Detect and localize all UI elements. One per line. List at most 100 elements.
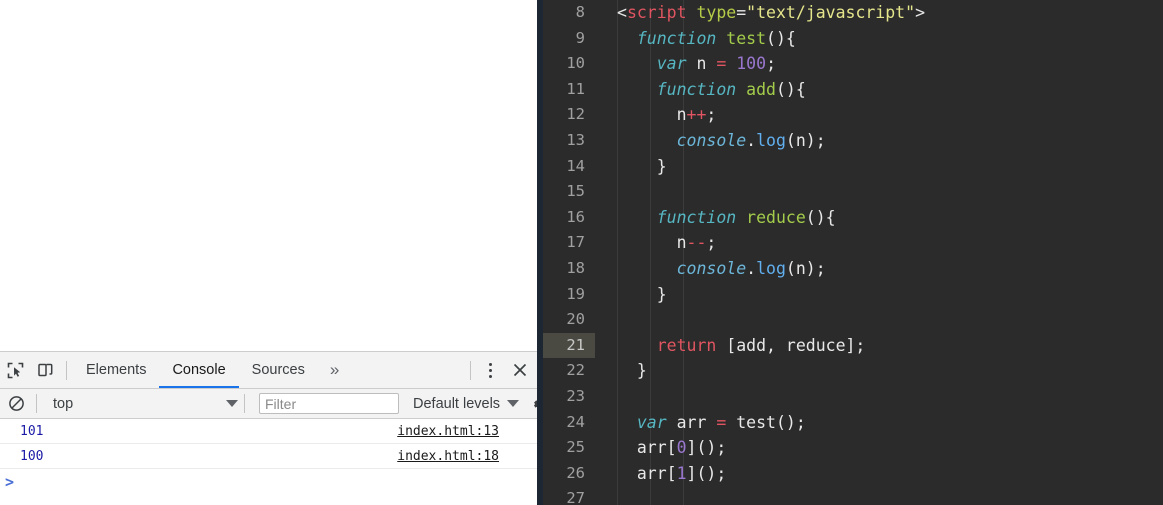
console-filter-input[interactable]: Filter <box>259 393 399 414</box>
code-token: -- <box>686 233 707 253</box>
code-line[interactable]: 18 console.log(n); <box>543 256 1163 282</box>
code-token: > <box>915 3 925 22</box>
console-row[interactable]: 100 index.html:18 <box>0 444 537 469</box>
tab-sources[interactable]: Sources <box>239 352 318 388</box>
close-devtools-icon[interactable] <box>503 355 537 385</box>
code-line[interactable]: 27 <box>543 486 1163 505</box>
code-token: (n); <box>785 258 826 278</box>
code-line[interactable]: 24 var arr = test(); <box>543 410 1163 436</box>
gear-icon[interactable] <box>525 391 537 417</box>
tab-elements[interactable]: Elements <box>73 352 159 388</box>
kebab-dot <box>488 362 492 366</box>
code-line[interactable]: 25 arr[0](); <box>543 435 1163 461</box>
console-filter-bar: top Filter Default levels <box>0 389 537 419</box>
line-number: 22 <box>566 361 585 380</box>
line-number: 8 <box>575 3 585 21</box>
kebab-dot <box>488 374 492 378</box>
code-line[interactable]: 20 <box>543 307 1163 333</box>
tabbar-right-divider <box>470 360 471 380</box>
console-message-value: 100 <box>20 448 44 464</box>
code-line-text: console.log(n); <box>595 128 1163 154</box>
code-line[interactable]: 15 <box>543 179 1163 205</box>
code-line-text: var n = 100; <box>595 51 1163 77</box>
console-message-value: 101 <box>20 423 44 439</box>
line-number: 27 <box>566 489 585 505</box>
line-number: 10 <box>566 54 585 73</box>
code-token: console <box>676 258 747 278</box>
console-source-link[interactable]: index.html:13 <box>397 424 499 439</box>
code-line[interactable]: 9 function test(){ <box>543 26 1163 52</box>
code-token: 1 <box>676 463 687 483</box>
console-source-link[interactable]: index.html:18 <box>397 449 499 464</box>
code-line[interactable]: 21 return [add, reduce]; <box>543 332 1163 359</box>
code-line[interactable]: 11 function add(){ <box>543 77 1163 103</box>
code-token: test <box>726 28 767 48</box>
code-line[interactable]: 16 function reduce(){ <box>543 205 1163 231</box>
code-token: arr <box>666 412 717 432</box>
code-token: n <box>617 105 687 125</box>
code-line[interactable]: 19 } <box>543 282 1163 308</box>
devtools-more-menu-icon[interactable] <box>477 355 503 385</box>
prompt-caret-icon: > <box>5 473 15 491</box>
line-number: 13 <box>566 130 585 149</box>
code-token: var <box>656 54 687 74</box>
code-token: test(); <box>726 412 806 432</box>
log-levels-label: Default levels <box>413 395 501 412</box>
code-line[interactable]: 12 n++; <box>543 102 1163 128</box>
code-line[interactable]: 17 n--; <box>543 230 1163 256</box>
code-token: = <box>716 412 727 432</box>
devtools-tabbar: Elements Console Sources » <box>0 352 537 389</box>
tab-console[interactable]: Console <box>159 352 239 388</box>
code-line-text: } <box>595 282 1163 308</box>
code-token: (){ <box>805 207 836 227</box>
tab-overflow-icon[interactable]: » <box>318 352 351 388</box>
code-line[interactable]: 26 arr[1](); <box>543 461 1163 487</box>
code-token: = <box>716 54 727 74</box>
clear-console-icon[interactable] <box>2 391 30 417</box>
line-number: 18 <box>566 258 585 277</box>
log-levels-select[interactable]: Default levels <box>413 395 520 412</box>
code-line[interactable]: 14 } <box>543 154 1163 180</box>
code-line-text: function reduce(){ <box>595 205 1163 231</box>
code-line-text: arr[1](); <box>595 461 1163 487</box>
inspect-element-icon[interactable] <box>0 355 30 385</box>
console-row[interactable]: 101 index.html:13 <box>0 419 537 444</box>
code-token: (){ <box>766 28 796 48</box>
code-token: ; <box>706 105 717 125</box>
code-token: return <box>656 335 717 355</box>
code-token: ++ <box>686 105 707 125</box>
code-token: < <box>617 3 627 22</box>
device-toolbar-icon[interactable] <box>30 355 60 385</box>
line-number: 16 <box>566 207 585 226</box>
code-line[interactable]: 22 } <box>543 358 1163 384</box>
code-token: script <box>626 3 687 22</box>
console-input-prompt[interactable]: > <box>0 469 537 495</box>
code-token: ; <box>766 54 776 74</box>
line-number: 9 <box>575 28 585 47</box>
code-token: . <box>746 130 757 150</box>
code-line[interactable]: 13 console.log(n); <box>543 128 1163 154</box>
page-viewport <box>0 0 537 351</box>
console-filter-placeholder: Filter <box>265 395 297 412</box>
tab-elements-label: Elements <box>86 362 147 378</box>
editor-content[interactable]: 8 <script type="text/javascript"> 9 functi… <box>543 0 1163 505</box>
line-number: 21 <box>543 332 595 359</box>
code-line[interactable]: 10 var n = 100; <box>543 51 1163 77</box>
execution-context-select[interactable]: top <box>43 391 238 417</box>
code-line[interactable]: 23 <box>543 384 1163 410</box>
code-editor[interactable]: 8 <script type="text/javascript"> 9 functi… <box>537 0 1163 505</box>
code-token: function <box>636 28 717 48</box>
console-message-list[interactable]: 101 index.html:13 100 index.html:18 > <box>0 419 537 505</box>
code-line[interactable]: 8 <script type="text/javascript"> <box>543 0 1163 26</box>
code-token: log <box>756 258 786 278</box>
code-token: [add, reduce]; <box>716 335 866 355</box>
